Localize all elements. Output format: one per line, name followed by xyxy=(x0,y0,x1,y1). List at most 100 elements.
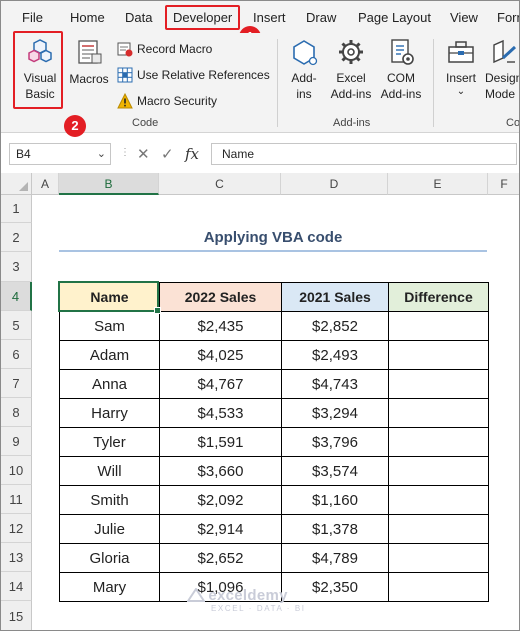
sales-2021-cell[interactable]: $4,789 xyxy=(281,543,389,573)
difference-cell[interactable] xyxy=(388,456,489,486)
use-relative-references-button[interactable]: Use Relative References xyxy=(117,65,270,85)
row-header-9[interactable]: 9 xyxy=(1,427,32,456)
sales-2021-cell[interactable]: $3,574 xyxy=(281,456,389,486)
name-cell[interactable]: Harry xyxy=(59,398,160,428)
macros-icon xyxy=(78,40,102,64)
difference-cell[interactable] xyxy=(388,485,489,515)
formula-input[interactable]: Name xyxy=(211,143,517,165)
row-header-2[interactable]: 2 xyxy=(1,223,32,252)
row-header-12[interactable]: 12 xyxy=(1,514,32,543)
difference-cell[interactable] xyxy=(388,514,489,544)
tab-formulas[interactable]: Form xyxy=(497,10,519,25)
name-cell[interactable]: Sam xyxy=(59,311,160,341)
difference-cell[interactable] xyxy=(388,311,489,341)
row-header-13[interactable]: 13 xyxy=(1,543,32,572)
macros-button[interactable]: Macros xyxy=(67,37,111,87)
row-header-6[interactable]: 6 xyxy=(1,340,32,369)
name-cell[interactable]: Smith xyxy=(59,485,160,515)
difference-cell[interactable] xyxy=(388,398,489,428)
add-ins-button[interactable]: Add- ins xyxy=(285,37,323,102)
sales-2022-cell[interactable]: $1,591 xyxy=(159,427,282,457)
excel-add-ins-label-line1: Excel xyxy=(336,71,366,85)
name-cell[interactable]: Gloria xyxy=(59,543,160,573)
com-add-ins-button[interactable]: COM Add-ins xyxy=(377,37,425,102)
sales-2022-cell[interactable]: $4,025 xyxy=(159,340,282,370)
sales-2022-cell[interactable]: $2,652 xyxy=(159,543,282,573)
row-header-11[interactable]: 11 xyxy=(1,485,32,514)
record-macro-button[interactable]: Record Macro xyxy=(117,39,212,59)
header-cell-2022-sales[interactable]: 2022 Sales xyxy=(159,282,282,312)
sales-2021-cell[interactable]: $2,493 xyxy=(281,340,389,370)
sales-2022-cell[interactable]: $4,533 xyxy=(159,398,282,428)
row-header-8[interactable]: 8 xyxy=(1,398,32,427)
row-header-7[interactable]: 7 xyxy=(1,369,32,398)
record-macro-icon xyxy=(117,42,133,57)
add-ins-label-line2: ins xyxy=(296,87,312,101)
sales-2021-cell[interactable]: $2,852 xyxy=(281,311,389,341)
relative-references-icon xyxy=(117,67,133,83)
column-header-f[interactable]: F xyxy=(488,173,519,195)
tab-data[interactable]: Data xyxy=(125,10,152,25)
row-header-4[interactable]: 4 xyxy=(1,282,32,311)
tab-page-layout[interactable]: Page Layout xyxy=(358,10,431,25)
name-cell[interactable]: Tyler xyxy=(59,427,160,457)
column-header-b[interactable]: B xyxy=(59,173,159,195)
difference-cell[interactable] xyxy=(388,340,489,370)
sales-2021-cell[interactable]: $3,796 xyxy=(281,427,389,457)
row-header-15[interactable]: 15 xyxy=(1,601,32,630)
name-cell[interactable]: Anna xyxy=(59,369,160,399)
excel-add-ins-button[interactable]: Excel Add-ins xyxy=(327,37,375,102)
sales-2022-cell[interactable]: $2,435 xyxy=(159,311,282,341)
sales-2022-cell[interactable]: $2,914 xyxy=(159,514,282,544)
name-cell[interactable]: Adam xyxy=(59,340,160,370)
visual-basic-button[interactable]: Visual Basic xyxy=(17,37,63,102)
cancel-icon[interactable]: ✕ xyxy=(137,145,150,163)
column-header-d[interactable]: D xyxy=(281,173,388,195)
name-cell[interactable]: Mary xyxy=(59,572,160,602)
tab-draw[interactable]: Draw xyxy=(306,10,336,25)
sales-2022-cell[interactable]: $2,092 xyxy=(159,485,282,515)
sales-2021-cell[interactable]: $1,160 xyxy=(281,485,389,515)
column-header-a[interactable]: A xyxy=(32,173,59,195)
column-header-e[interactable]: E xyxy=(388,173,488,195)
header-cell-difference[interactable]: Difference xyxy=(388,282,489,312)
column-header-c[interactable]: C xyxy=(159,173,281,195)
name-box[interactable]: B4 ⌄ xyxy=(9,143,111,165)
difference-cell[interactable] xyxy=(388,543,489,573)
sales-2021-cell[interactable]: $3,294 xyxy=(281,398,389,428)
header-cell-2021-sales[interactable]: 2021 Sales xyxy=(281,282,389,312)
row-header-3[interactable]: 3 xyxy=(1,252,32,282)
row-header-1[interactable]: 1 xyxy=(1,195,32,223)
tab-view[interactable]: View xyxy=(450,10,478,25)
macro-security-button[interactable]: Macro Security xyxy=(117,91,217,111)
tab-home[interactable]: Home xyxy=(70,10,105,25)
worksheet-grid[interactable]: A B C D E F 1 2 3 4 5 6 7 8 9 10 11 12 1… xyxy=(1,173,519,630)
sales-2021-cell[interactable]: $1,378 xyxy=(281,514,389,544)
enter-icon[interactable]: ✓ xyxy=(161,145,174,163)
sales-2022-cell[interactable]: $4,767 xyxy=(159,369,282,399)
name-cell[interactable]: Will xyxy=(59,456,160,486)
tab-developer[interactable]: Developer xyxy=(165,5,241,30)
tab-insert[interactable]: Insert xyxy=(253,10,286,25)
design-mode-button[interactable]: Design Mode xyxy=(485,37,519,102)
group-separator xyxy=(277,39,278,127)
sales-2022-cell[interactable]: $3,660 xyxy=(159,456,282,486)
select-all-button[interactable] xyxy=(1,173,32,195)
visual-basic-icon xyxy=(28,39,52,63)
insert-control-button[interactable]: Insert ⌄ xyxy=(441,37,481,98)
difference-cell[interactable] xyxy=(388,572,489,602)
chevron-down-icon[interactable]: ⌄ xyxy=(97,144,106,164)
row-header-14[interactable]: 14 xyxy=(1,572,32,601)
formula-bar: B4 ⌄ ⋮ ✕ ✓ fx Name xyxy=(1,141,519,169)
difference-cell[interactable] xyxy=(388,369,489,399)
insert-function-icon[interactable]: fx xyxy=(185,145,199,163)
difference-cell[interactable] xyxy=(388,427,489,457)
row-header-5[interactable]: 5 xyxy=(1,311,32,340)
sales-2021-cell[interactable]: $4,743 xyxy=(281,369,389,399)
ribbon-developer: Visual Basic Macros Record Macro Use Rel… xyxy=(1,31,519,137)
header-cell-name[interactable]: Name xyxy=(59,282,160,312)
tab-file[interactable]: File xyxy=(22,10,43,25)
macros-label: Macros xyxy=(69,72,109,86)
name-cell[interactable]: Julie xyxy=(59,514,160,544)
row-header-10[interactable]: 10 xyxy=(1,456,32,485)
